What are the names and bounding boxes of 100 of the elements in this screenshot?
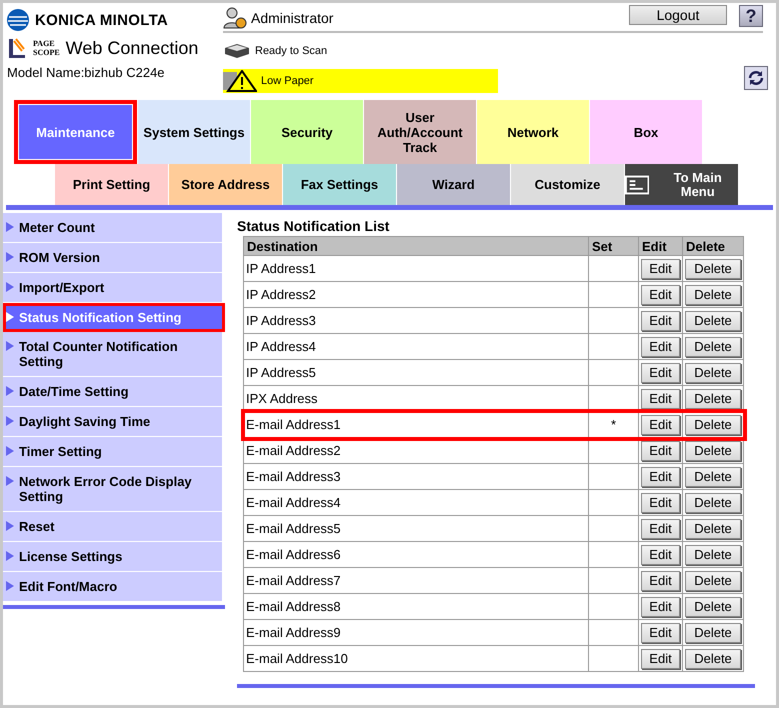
menu-tab[interactable]: System Settings [138,100,250,164]
menu-tab[interactable]: Network [477,100,589,164]
edit-button[interactable]: Edit [641,336,680,356]
delete-button[interactable]: Delete [685,440,741,460]
refresh-button[interactable] [744,66,768,90]
user-name: Administrator [251,10,334,26]
delete-button[interactable]: Delete [685,466,741,486]
brand-name: KONICA MINOLTA [35,12,168,28]
destination-cell: E-mail Address10 [244,646,588,672]
delete-button[interactable]: Delete [685,544,741,564]
sidebar-item[interactable]: Meter Count [3,213,222,243]
model-name: Model Name:bizhub C224e [7,65,166,80]
menu-tab[interactable]: Print Setting [55,164,168,205]
logout-button[interactable]: Logout [629,5,727,25]
destination-cell: IP Address4 [244,334,588,360]
destination-cell: IP Address2 [244,282,588,308]
sidebar-item[interactable]: Reset [3,512,222,542]
edit-button[interactable]: Edit [641,440,680,460]
triangle-icon [6,386,14,396]
edit-button[interactable]: Edit [641,622,680,642]
destination-cell: IPX Address [244,386,588,412]
edit-button[interactable]: Edit [641,648,680,668]
destination-cell: IP Address3 [244,308,588,334]
edit-button[interactable]: Edit [641,466,680,486]
edit-button[interactable]: Edit [641,362,680,382]
sidebar-item[interactable]: Status Notification Setting [3,303,225,332]
destination-cell: E-mail Address6 [244,542,588,568]
column-header: Set [588,236,638,256]
delete-button[interactable]: Delete [685,596,741,616]
edit-button[interactable]: Edit [641,570,680,590]
edit-button[interactable]: Edit [641,414,680,434]
delete-button[interactable]: Delete [685,284,741,304]
scanner-icon [223,42,251,60]
destination-cell: IP Address1 [244,256,588,282]
triangle-icon [6,581,14,591]
menu-tab[interactable]: Maintenance [14,100,137,164]
list-title: Status Notification List [237,218,390,234]
column-header: Destination [244,236,588,256]
edit-button[interactable]: Edit [641,284,680,304]
sidebar-item[interactable]: Edit Font/Macro [3,572,222,602]
edit-button[interactable]: Edit [641,492,680,512]
sidebar-item[interactable]: Timer Setting [3,437,222,467]
destination-cell: E-mail Address4 [244,490,588,516]
edit-button[interactable]: Edit [641,518,680,538]
edit-button[interactable]: Edit [641,544,680,564]
destination-cell: E-mail Address9 [244,620,588,646]
delete-button[interactable]: Delete [685,258,741,278]
sidebar-item[interactable]: Total Counter Notification Setting [3,332,222,377]
refresh-icon [747,69,765,87]
delete-button[interactable]: Delete [685,388,741,408]
triangle-icon [6,222,14,232]
sidebar-item[interactable]: Date/Time Setting [3,377,222,407]
sidebar-item[interactable]: Network Error Code Display Setting [3,467,222,512]
menu-tab[interactable]: Security [251,100,363,164]
menu-tab[interactable]: User Auth/Account Track [364,100,476,164]
edit-button[interactable]: Edit [641,596,680,616]
screen-icon [625,174,650,194]
sidebar-item[interactable]: Daylight Saving Time [3,407,222,437]
sidebar-item[interactable]: License Settings [3,542,222,572]
status-text: Ready to Scan [255,45,328,57]
triangle-icon [6,551,14,561]
edit-button[interactable]: Edit [641,258,680,278]
delete-button[interactable]: Delete [685,414,741,434]
status-text: Low Paper [261,75,314,87]
destination-cell: E-mail Address5 [244,516,588,542]
sidebar-item[interactable]: ROM Version [3,243,222,273]
edit-button[interactable]: Edit [641,310,680,330]
pagescope-mark: PAGE SCOPE [33,39,60,57]
triangle-icon [6,416,14,426]
help-button[interactable]: ? [739,5,763,27]
triangle-icon [6,521,14,531]
destination-cell: E-mail Address7 [244,568,588,594]
edit-button[interactable]: Edit [641,388,680,408]
delete-button[interactable]: Delete [685,622,741,642]
delete-button[interactable]: Delete [685,518,741,538]
triangle-icon [6,252,14,262]
triangle-icon [6,446,14,456]
main-menu-button[interactable]: To Main Menu [625,164,738,205]
delete-button[interactable]: Delete [685,570,741,590]
menu-tab[interactable]: Box [590,100,702,164]
delete-button[interactable]: Delete [685,336,741,356]
triangle-icon [6,476,14,486]
triangle-icon [6,282,14,292]
sidebar-item[interactable]: Import/Export [3,273,222,303]
delete-button[interactable]: Delete [685,492,741,512]
destination-cell: E-mail Address3 [244,464,588,490]
destination-cell: E-mail Address8 [244,594,588,620]
pagescope-logo-icon [7,37,27,59]
column-header: Delete [682,236,744,256]
delete-button[interactable]: Delete [685,310,741,330]
menu-tab[interactable]: Fax Settings [283,164,396,205]
delete-button[interactable]: Delete [685,362,741,382]
product-name: Web Connection [66,38,198,58]
destination-cell: IP Address5 [244,360,588,386]
delete-button[interactable]: Delete [685,648,741,668]
menu-tab[interactable]: Customize [511,164,624,205]
column-header: Edit [638,236,682,256]
menu-tab[interactable]: Wizard [397,164,510,205]
menu-tab[interactable]: Store Address [169,164,282,205]
triangle-icon [6,341,14,351]
